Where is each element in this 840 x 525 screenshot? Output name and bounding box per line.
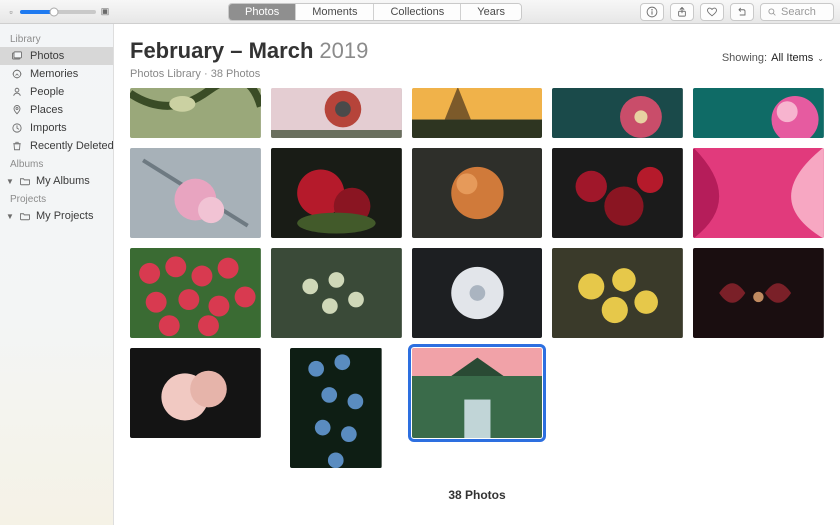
tab-collections[interactable]: Collections (374, 4, 461, 20)
memories-icon (10, 67, 24, 81)
photo-thumb[interactable] (271, 148, 402, 238)
photo-thumb-portrait[interactable] (290, 348, 382, 468)
sidebar-item-label: Places (30, 104, 63, 116)
photo-thumb[interactable] (552, 148, 683, 238)
person-icon (10, 85, 24, 99)
sidebar-item-people[interactable]: People (0, 83, 113, 101)
photo-thumb-selected[interactable] (412, 348, 543, 438)
heart-icon (706, 6, 718, 18)
folder-icon (18, 174, 32, 188)
chevron-down-icon: ⌄ (817, 54, 824, 63)
share-icon (676, 6, 688, 18)
sidebar-heading-library: Library (0, 30, 113, 47)
favorite-button[interactable] (700, 3, 724, 21)
page-subtitle: Photos Library · 38 Photos (130, 68, 824, 80)
toolbar: ▫ ▣ Photos Moments Collections Years Sea… (0, 0, 840, 24)
photo-row (130, 348, 824, 468)
title-year: 2019 (319, 38, 368, 63)
toolbar-right: Search (640, 3, 834, 21)
info-button[interactable] (640, 3, 664, 21)
photo-thumb[interactable] (412, 148, 543, 238)
photo-thumb[interactable] (412, 248, 543, 338)
photo-thumb[interactable] (130, 88, 261, 138)
photo-row (130, 148, 824, 238)
showing-filter[interactable]: Showing: All Items ⌄ (722, 52, 824, 64)
rotate-icon (736, 6, 748, 18)
pin-icon (10, 103, 24, 117)
rotate-button[interactable] (730, 3, 754, 21)
sidebar-item-photos[interactable]: Photos (0, 47, 113, 65)
photo-thumb[interactable] (693, 248, 824, 338)
page-title: February – March2019 (130, 38, 368, 64)
zoom-thumb[interactable] (50, 7, 59, 16)
sidebar-item-label: My Projects (36, 210, 93, 222)
sidebar-item-label: Recently Deleted (30, 140, 114, 152)
search-placeholder: Search (781, 6, 816, 18)
sidebar-item-my-albums[interactable]: ▼ My Albums (0, 172, 113, 190)
photo-count-footer: 38 Photos (130, 478, 824, 522)
info-icon (646, 6, 658, 18)
sidebar-item-label: People (30, 86, 64, 98)
sidebar-heading-albums: Albums (0, 155, 113, 172)
tab-moments[interactable]: Moments (296, 4, 374, 20)
search-input[interactable]: Search (760, 3, 834, 21)
tab-years[interactable]: Years (461, 4, 521, 20)
zoom-slider[interactable]: ▫ ▣ (6, 7, 110, 17)
sidebar-item-memories[interactable]: Memories (0, 65, 113, 83)
sidebar-item-label: Memories (30, 68, 78, 80)
photo-thumb[interactable] (130, 348, 261, 438)
sidebar-item-label: Photos (30, 50, 64, 62)
photo-stack-icon (10, 49, 24, 63)
photo-thumb[interactable] (693, 88, 824, 138)
tab-photos[interactable]: Photos (229, 4, 296, 20)
photo-thumb[interactable] (552, 248, 683, 338)
photo-thumb[interactable] (271, 88, 402, 138)
sidebar-heading-projects: Projects (0, 190, 113, 207)
photo-thumb[interactable] (552, 88, 683, 138)
sidebar-item-recently-deleted[interactable]: Recently Deleted (0, 137, 113, 155)
view-segment: Photos Moments Collections Years (228, 3, 522, 21)
main-content: February – March2019 Showing: All Items … (114, 24, 840, 525)
photo-thumb[interactable] (130, 148, 261, 238)
sidebar-item-label: Imports (30, 122, 67, 134)
search-icon (767, 7, 777, 17)
photo-row (130, 248, 824, 338)
title-range: February – March (130, 38, 313, 63)
zoom-in-icon: ▣ (100, 7, 110, 17)
trash-icon (10, 139, 24, 153)
photo-thumb[interactable] (412, 88, 543, 138)
photo-thumb[interactable] (130, 248, 261, 338)
photo-thumb[interactable] (271, 248, 402, 338)
sidebar-item-imports[interactable]: Imports (0, 119, 113, 137)
sidebar: Library Photos Memories People Places Im… (0, 24, 114, 525)
zoom-out-icon: ▫ (6, 7, 16, 17)
sidebar-item-places[interactable]: Places (0, 101, 113, 119)
share-button[interactable] (670, 3, 694, 21)
sidebar-item-my-projects[interactable]: ▼ My Projects (0, 207, 113, 225)
folder-icon (18, 209, 32, 223)
disclosure-triangle-icon: ▼ (6, 212, 14, 221)
clock-icon (10, 121, 24, 135)
photo-row (130, 88, 824, 138)
showing-label: Showing: (722, 52, 767, 64)
zoom-track[interactable] (20, 10, 96, 14)
showing-value: All Items (771, 52, 813, 64)
photo-thumb[interactable] (693, 148, 824, 238)
sidebar-item-label: My Albums (36, 175, 90, 187)
disclosure-triangle-icon: ▼ (6, 177, 14, 186)
